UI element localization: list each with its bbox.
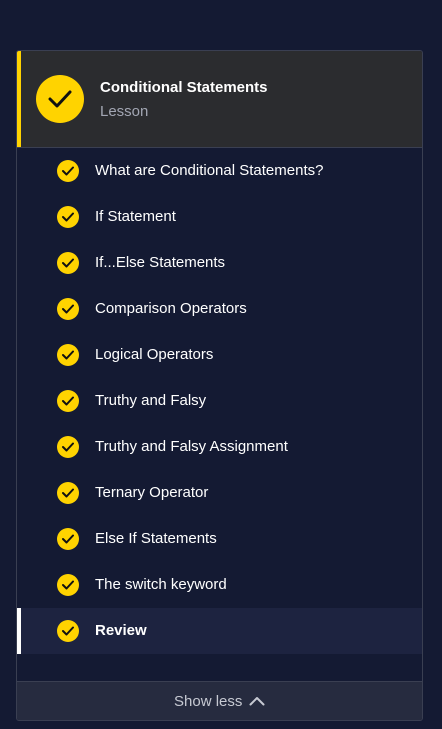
list-item[interactable]: If...Else Statements — [17, 240, 422, 286]
chevron-up-icon — [249, 697, 265, 706]
list-item[interactable]: The switch keyword — [17, 562, 422, 608]
item-label: What are Conditional Statements? — [95, 162, 324, 179]
active-indicator — [17, 608, 21, 654]
list-item[interactable]: Else If Statements — [17, 516, 422, 562]
list-item[interactable]: If Statement — [17, 194, 422, 240]
check-icon — [57, 574, 79, 596]
check-icon — [57, 528, 79, 550]
list-item[interactable]: What are Conditional Statements? — [17, 148, 422, 194]
check-icon — [57, 390, 79, 412]
lesson-title: Conditional Statements — [100, 79, 268, 96]
check-icon — [57, 206, 79, 228]
header-accent-bar — [17, 51, 21, 147]
lesson-header[interactable]: Conditional Statements Lesson — [17, 51, 422, 148]
check-icon — [57, 298, 79, 320]
lesson-type-label: Lesson — [100, 103, 149, 120]
show-less-label: Show less — [174, 693, 243, 710]
list-item[interactable]: Comparison Operators — [17, 286, 422, 332]
check-icon — [57, 436, 79, 458]
lesson-complete-icon — [36, 75, 84, 123]
item-label: Comparison Operators — [95, 300, 247, 317]
list-item[interactable]: Truthy and Falsy Assignment — [17, 424, 422, 470]
item-label: Truthy and Falsy Assignment — [95, 438, 288, 455]
item-label: Truthy and Falsy — [95, 392, 207, 409]
item-label: Review — [95, 622, 147, 639]
check-icon — [57, 344, 79, 366]
show-less-button[interactable]: Show less — [17, 681, 422, 720]
list-item[interactable]: Truthy and Falsy — [17, 378, 422, 424]
item-label: The switch keyword — [95, 576, 227, 593]
lesson-items-list: What are Conditional Statements? If Stat… — [17, 148, 422, 654]
item-label: Ternary Operator — [95, 484, 209, 501]
item-label: Logical Operators — [95, 346, 214, 363]
check-icon — [57, 252, 79, 274]
item-label: If...Else Statements — [95, 254, 226, 271]
check-icon — [57, 620, 79, 642]
list-item-active[interactable]: Review — [17, 608, 422, 654]
lesson-panel: Conditional Statements Lesson What are C… — [16, 50, 423, 721]
list-item[interactable]: Logical Operators — [17, 332, 422, 378]
item-label: If Statement — [95, 208, 176, 225]
item-label: Else If Statements — [95, 530, 217, 547]
list-item[interactable]: Ternary Operator — [17, 470, 422, 516]
check-icon — [57, 160, 79, 182]
check-icon — [57, 482, 79, 504]
